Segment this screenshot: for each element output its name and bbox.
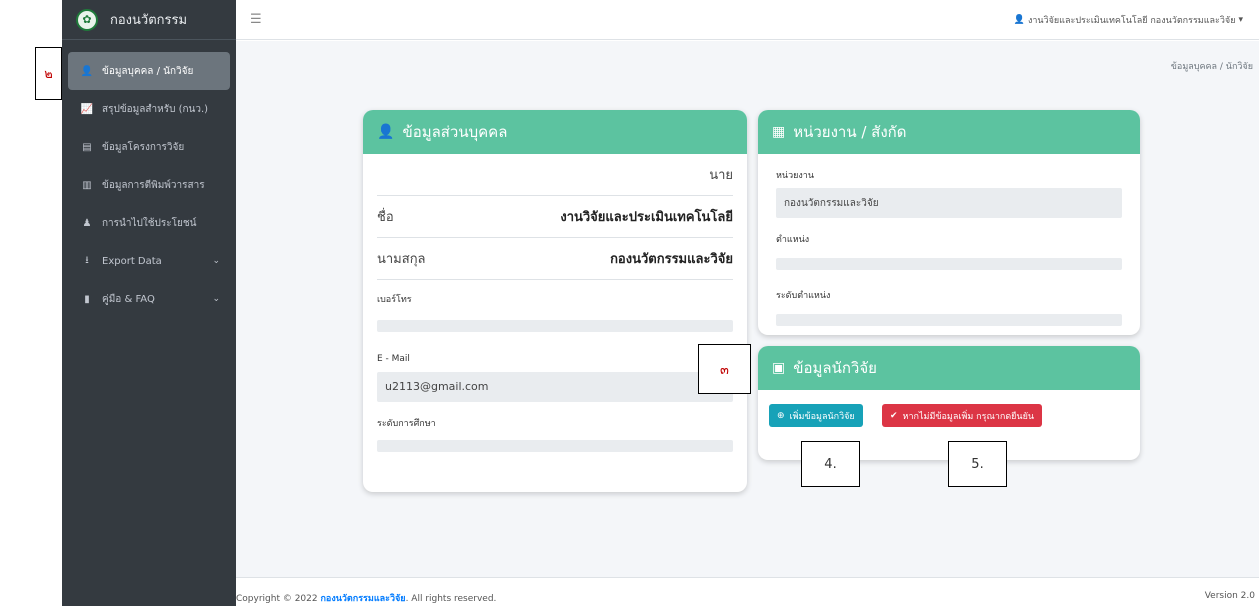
agency-card: ▦ หน่วยงาน / สังกัด หน่วยงาน กองนวัตกรรม…	[758, 110, 1140, 335]
annotation-3: ๓	[698, 344, 751, 394]
book-icon: ▤	[82, 141, 92, 153]
annotation-2: ๒	[35, 47, 62, 100]
annotation-5: 5.	[948, 441, 1007, 487]
phone-label: เบอร์โทร	[377, 295, 412, 305]
user-name: งานวิจัยและประเมินเทคโนโลยี กองนวัตกรรมแ…	[1027, 16, 1236, 26]
personal-info-header: 👤 ข้อมูลส่วนบุคคล	[363, 110, 747, 154]
main-content: ข้อมูลบุคคล / นักวิจัย 👤 ข้อมูลส่วนบุคคล…	[236, 41, 1259, 577]
sidebar-item-manual-faq[interactable]: ▮ คู่มือ & FAQ ⌄	[68, 280, 230, 318]
footer: Copyright © 2022 กองนวัตกรรมและวิจัย. Al…	[236, 577, 1259, 606]
map-icon: ▥	[82, 179, 92, 191]
breadcrumb: ข้อมูลบุคคล / นักวิจัย	[1170, 62, 1253, 72]
sidebar-item-utilization[interactable]: ♟ การนำไปใช้ประโยชน์	[68, 204, 230, 242]
building-icon: ▦	[772, 124, 786, 140]
sidebar-item-research-projects[interactable]: ▤ ข้อมูลโครงการวิจัย	[68, 128, 230, 166]
email-label: E - Mail	[377, 354, 410, 364]
first-name-row: ชื่อ งานวิจัยและประเมินเทคโนโลยี	[377, 196, 733, 238]
sidebar-item-export-data[interactable]: ⭳ Export Data ⌄	[68, 242, 230, 280]
confirm-label: หากไม่มีข้อมูลเพิ่ม กรุณากดยืนยัน	[902, 411, 1035, 422]
caret-down-icon: ▾	[1238, 15, 1243, 25]
phone-field	[377, 320, 733, 332]
sidebar-item-label: ข้อมูลโครงการวิจัย	[102, 141, 185, 153]
chevron-down-icon: ⌄	[212, 294, 220, 304]
sidebar-item-summary[interactable]: 📈 สรุปข้อมูลสำหรับ (กนว.)	[68, 90, 230, 128]
sidebar-item-label: การนำไปใช้ประโยชน์	[102, 217, 197, 229]
id-badge-icon: ▣	[772, 360, 786, 376]
user-icon: 👤	[377, 124, 395, 140]
researcher-header: ▣ ข้อมูลนักวิจัย	[758, 346, 1140, 390]
prefix-value: นาย	[709, 168, 733, 183]
copyright-prefix: Copyright © 2022	[236, 594, 321, 604]
user-menu[interactable]: 👤 งานวิจัยและประเมินเทคโนโลยี กองนวัตกรร…	[1014, 13, 1243, 27]
researcher-title: ข้อมูลนักวิจัย	[793, 359, 877, 377]
sidebar: ✿ กองนวัตกรรม 👤 ข้อมูลบุคคล / นักวิจัย 📈…	[62, 0, 236, 606]
last-name-value: กองนวัตกรรมและวิจัย	[610, 252, 733, 267]
child-icon: ♟	[82, 217, 92, 229]
sidebar-item-label: สรุปข้อมูลสำหรับ (กนว.)	[102, 103, 209, 115]
user-icon: 👤	[80, 65, 94, 77]
brand-title: กองนวัตกรรม	[110, 13, 188, 28]
sidebar-nav: 👤 ข้อมูลบุคคล / นักวิจัย 📈 สรุปข้อมูลสำห…	[62, 52, 236, 318]
education-field	[377, 440, 733, 452]
chart-line-icon: 📈	[80, 103, 94, 115]
org-link[interactable]: กองนวัตกรรมและวิจัย	[320, 594, 405, 604]
annotation-4: 4.	[801, 441, 860, 487]
sidebar-item-publications[interactable]: ▥ ข้อมูลการตีพิมพ์วารสาร	[68, 166, 230, 204]
sidebar-item-label: ข้อมูลการตีพิมพ์วารสาร	[102, 179, 205, 191]
brand-logo-icon: ✿	[76, 8, 98, 31]
agency-header: ▦ หน่วยงาน / สังกัด	[758, 110, 1140, 154]
topbar: ☰ 👤 งานวิจัยและประเมินเทคโนโลยี กองนวัตก…	[236, 0, 1259, 40]
first-name-value: งานวิจัยและประเมินเทคโนโลยี	[560, 210, 733, 225]
level-field	[776, 314, 1122, 326]
add-researcher-label: เพิ่มข้อมูลนักวิจัย	[789, 411, 855, 422]
brand[interactable]: ✿ กองนวัตกรรม	[62, 0, 236, 40]
chevron-down-icon: ⌄	[212, 256, 220, 266]
position-label: ตำแหน่ง	[776, 235, 810, 245]
plus-circle-icon: ⊕	[777, 410, 785, 421]
unit-field: กองนวัตกรรมและวิจัย	[776, 188, 1122, 218]
copyright-suffix: . All rights reserved.	[405, 594, 497, 604]
add-researcher-button[interactable]: ⊕ เพิ่มข้อมูลนักวิจัย	[769, 404, 863, 427]
last-name-row: นามสกุล กองนวัตกรรมและวิจัย	[377, 238, 733, 280]
position-field	[776, 258, 1122, 270]
menu-toggle-icon[interactable]: ☰	[250, 12, 262, 27]
check-icon: ✔	[890, 410, 898, 421]
sidebar-item-personal-researcher[interactable]: 👤 ข้อมูลบุคคล / นักวิจัย	[68, 52, 230, 90]
education-label: ระดับการศึกษา	[377, 419, 436, 429]
bookmark-icon: ▮	[84, 293, 90, 305]
copyright: Copyright © 2022 กองนวัตกรรมและวิจัย. Al…	[236, 591, 496, 605]
version: Version 2.0	[1204, 591, 1255, 601]
unit-label: หน่วยงาน	[776, 171, 815, 181]
user-icon: 👤	[1013, 15, 1025, 25]
last-name-label: นามสกุล	[377, 252, 426, 267]
sidebar-item-label: ข้อมูลบุคคล / นักวิจัย	[102, 65, 194, 77]
sidebar-item-label: Export Data	[102, 255, 162, 267]
first-name-label: ชื่อ	[377, 210, 394, 225]
level-label: ระดับตำแหน่ง	[776, 291, 831, 301]
personal-info-title: ข้อมูลส่วนบุคคล	[402, 123, 508, 141]
agency-title: หน่วยงาน / สังกัด	[793, 123, 907, 141]
email-field: u2113@gmail.com	[377, 372, 733, 402]
download-icon: ⭳	[85, 254, 89, 266]
prefix-row: นาย	[377, 154, 733, 196]
personal-info-card: 👤 ข้อมูลส่วนบุคคล นาย ชื่อ งานวิจัยและปร…	[363, 110, 747, 492]
confirm-button[interactable]: ✔ หากไม่มีข้อมูลเพิ่ม กรุณากดยืนยัน	[882, 404, 1043, 427]
sidebar-item-label: คู่มือ & FAQ	[102, 293, 155, 305]
